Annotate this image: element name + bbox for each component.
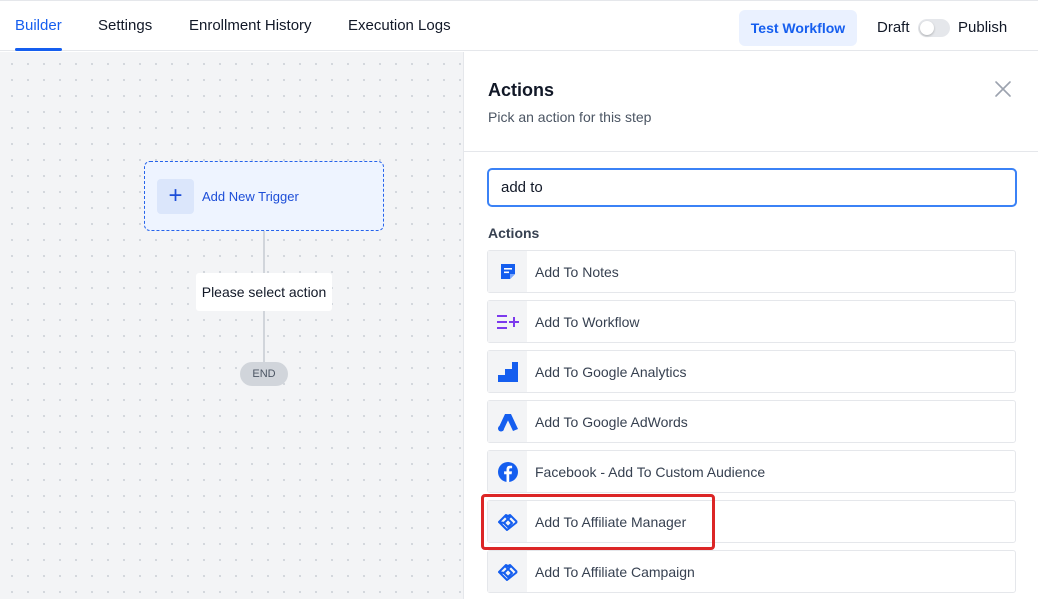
tab-execution-logs[interactable]: Execution Logs [348,1,451,52]
handshake-icon [488,551,527,592]
tab-enrollment-history[interactable]: Enrollment History [189,1,312,52]
action-item-add-to-workflow[interactable]: Add To Workflow [487,300,1016,343]
tab-builder[interactable]: Builder [15,1,62,52]
action-list: Add To Notes Add To Workflow Add To Goog… [487,250,1017,600]
actions-panel: Actions Pick an action for this step Act… [463,52,1038,599]
action-item-label: Add To Notes [535,264,619,280]
action-item-label: Add To Affiliate Campaign [535,564,695,580]
publish-label: Publish [958,19,1008,36]
workflow-icon [488,301,527,342]
panel-subtitle: Pick an action for this step [488,109,652,125]
google-analytics-icon [488,351,527,392]
workflow-canvas[interactable]: + Add New Trigger Please select action E… [0,52,463,599]
draft-label: Draft [877,19,910,36]
toggle-knob [920,21,934,35]
tab-settings[interactable]: Settings [98,1,152,52]
divider [464,151,1038,152]
plus-icon: + [157,179,194,214]
action-item-label: Add To Workflow [535,314,640,330]
end-node: END [240,362,288,386]
action-item-facebook-custom-audience[interactable]: Facebook - Add To Custom Audience [487,450,1016,493]
action-item-label: Add To Google Analytics [535,364,687,380]
notes-icon [488,251,527,292]
add-trigger-node[interactable]: + Add New Trigger [144,161,384,231]
action-item-label: Add To Affiliate Manager [535,514,687,530]
test-workflow-button[interactable]: Test Workflow [739,10,857,46]
search-input[interactable] [487,168,1017,207]
publish-toggle[interactable] [918,19,950,37]
action-item-add-to-google-adwords[interactable]: Add To Google AdWords [487,400,1016,443]
connector-line [263,231,265,273]
action-item-add-to-google-analytics[interactable]: Add To Google Analytics [487,350,1016,393]
facebook-icon [488,451,527,492]
close-icon[interactable] [994,80,1012,98]
add-trigger-label: Add New Trigger [202,189,299,204]
google-ads-icon [488,401,527,442]
top-bar: Builder Settings Enrollment History Exec… [0,0,1038,51]
active-tab-indicator [15,48,62,51]
section-label: Actions [488,225,540,241]
connector-line [263,311,265,362]
handshake-icon [488,501,527,542]
action-item-add-to-affiliate-manager[interactable]: Add To Affiliate Manager [487,500,1016,543]
panel-title: Actions [488,80,555,100]
action-item-add-to-notes[interactable]: Add To Notes [487,250,1016,293]
action-item-label: Add To Google AdWords [535,414,688,430]
action-item-label: Facebook - Add To Custom Audience [535,464,766,480]
action-item-add-to-affiliate-campaign[interactable]: Add To Affiliate Campaign [487,550,1016,593]
action-placeholder-node[interactable]: Please select action [196,273,332,311]
